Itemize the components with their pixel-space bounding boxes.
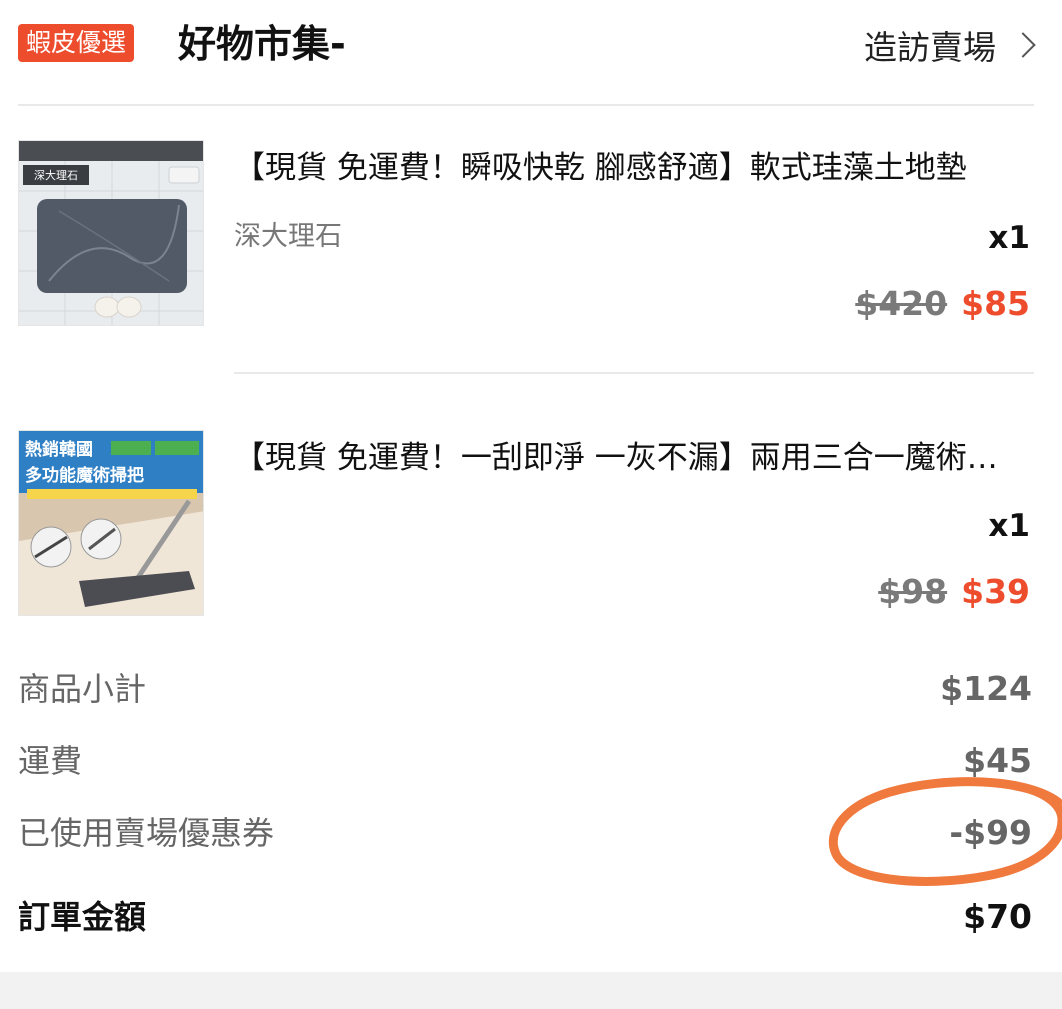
voucher-row: 已使用賣場優惠券 -$99: [0, 808, 1062, 858]
bottom-strip: [0, 972, 1062, 1009]
shipping-value: $45: [963, 741, 1032, 780]
shipping-label: 運費: [18, 742, 83, 780]
sale-price: $85: [961, 284, 1030, 323]
product-title[interactable]: 【現貨 免運費！一刮即淨 一灰不漏】兩用三合一魔術掃把: [234, 436, 1004, 480]
original-price: $98: [878, 572, 948, 611]
order-total-label: 訂單金額: [18, 898, 147, 936]
shop-name[interactable]: 好物市集-: [178, 18, 346, 70]
header-divider: [18, 104, 1034, 106]
product-thumbnail-graphic: 深大理石: [19, 141, 203, 325]
product-variant: 深大理石: [234, 221, 342, 252]
magic-broom-image[interactable]: 熱銷韓國 多功能魔術掃把: [18, 430, 204, 616]
product-thumbnail-graphic: 熱銷韓國 多功能魔術掃把: [19, 431, 203, 615]
item-divider: [234, 372, 1034, 374]
product-quantity: x1: [988, 508, 1030, 544]
marble-bath-mat-image[interactable]: 深大理石: [18, 140, 204, 326]
order-total-value: $70: [963, 897, 1032, 936]
shop-header: 蝦皮優選 好物市集- 造訪賣場: [0, 0, 1062, 104]
order-total-row: 訂單金額 $70: [0, 892, 1062, 942]
voucher-value: -$99: [949, 813, 1032, 852]
shipping-row: 運費 $45: [0, 736, 1062, 786]
sale-price: $39: [961, 572, 1030, 611]
product-title[interactable]: 【現貨 免運費！瞬吸快乾 腳感舒適】軟式珪藻土地墊: [234, 146, 1004, 190]
visit-shop-button[interactable]: 造訪賣場: [864, 20, 1038, 70]
subtotal-row: 商品小計 $124: [0, 664, 1062, 714]
visit-shop-label: 造訪賣場: [864, 28, 996, 67]
product-quantity: x1: [988, 220, 1030, 256]
thumb-label-2: 多功能魔術掃把: [25, 465, 144, 486]
product-prices: $420 $85: [855, 282, 1030, 326]
subtotal-value: $124: [940, 669, 1032, 708]
shopee-preferred-badge: 蝦皮優選: [18, 24, 135, 62]
subtotal-label: 商品小計: [18, 670, 147, 708]
voucher-label: 已使用賣場優惠券: [18, 814, 275, 852]
chevron-right-icon: [1010, 32, 1036, 58]
original-price: $420: [855, 284, 948, 323]
thumb-label-1: 熱銷韓國: [25, 439, 93, 460]
thumb-label: 深大理石: [34, 168, 78, 182]
product-prices: $98 $39: [878, 570, 1030, 614]
